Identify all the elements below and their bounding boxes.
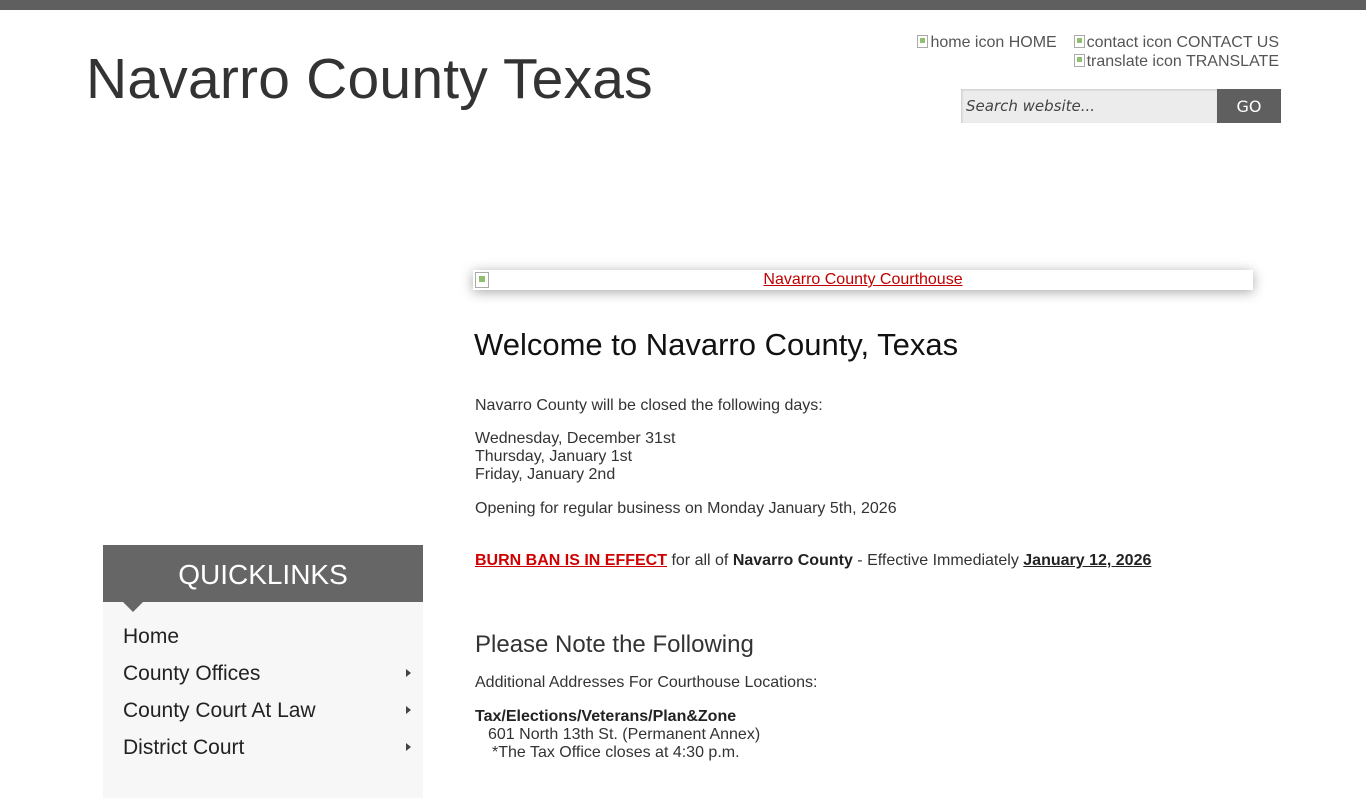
location-note: *The Tax Office closes at 4:30 p.m. [492, 744, 740, 761]
quicklinks-list: Home County Offices County Court At Law … [103, 602, 423, 798]
reopening-notice: Opening for regular business on Monday J… [475, 500, 897, 517]
closed-day: Friday, January 2nd [475, 466, 616, 483]
contact-link[interactable]: contact icon CONTACT US [1069, 34, 1279, 51]
quicklink-label: County Court At Law [123, 699, 316, 722]
quicklink-label: Home [123, 625, 180, 648]
submenu-arrow-icon [406, 669, 411, 677]
quicklinks-panel: QUICKLINKS Home County Offices County Co… [103, 545, 423, 798]
burn-ban-date: January 12, 2026 [1023, 552, 1152, 569]
courthouse-image-icon [475, 272, 489, 288]
quicklinks-title: QUICKLINKS [103, 545, 423, 612]
note-heading: Please Note the Following [475, 631, 754, 658]
burn-ban-link[interactable]: BURN BAN IS IN EFFECT [475, 552, 667, 569]
top-bar [0, 0, 1366, 10]
location-address: 601 North 13th St. (Permanent Annex) [488, 726, 761, 743]
courthouse-banner: Navarro County Courthouse [473, 270, 1253, 290]
quicklink-county-offices[interactable]: County Offices [103, 655, 423, 692]
quicklink-label: County Offices [123, 662, 261, 685]
addresses-intro: Additional Addresses For Courthouse Loca… [475, 674, 818, 691]
home-link[interactable]: home icon HOME [917, 34, 1061, 51]
contact-link-label: CONTACT US [1176, 34, 1279, 51]
closed-day: Thursday, January 1st [475, 448, 633, 465]
utility-links: home icon HOME contact icon CONTACT US t… [917, 33, 1279, 71]
search-form: GO [961, 89, 1281, 123]
home-icon [917, 35, 929, 48]
burn-ban-text: - Effective Immediately [852, 552, 1024, 569]
home-icon-alt: home icon [930, 34, 1005, 51]
site-title[interactable]: Navarro County Texas [86, 46, 653, 112]
closed-intro: Navarro County will be closed the follow… [475, 397, 823, 414]
quicklink-county-court-at-law[interactable]: County Court At Law [103, 692, 423, 729]
location-title: Tax/Elections/Veterans/Plan&Zone [475, 708, 737, 725]
translate-icon-alt: translate icon [1086, 53, 1182, 70]
burn-ban-notice: BURN BAN IS IN EFFECT for all of Navarro… [475, 552, 1151, 570]
search-go-button[interactable]: GO [1217, 89, 1281, 123]
quicklink-district-court[interactable]: District Court [103, 729, 423, 766]
submenu-arrow-icon [406, 743, 411, 751]
home-link-label: HOME [1008, 34, 1057, 51]
contact-icon-alt: contact icon [1086, 34, 1173, 51]
contact-icon [1073, 35, 1085, 48]
quicklink-home[interactable]: Home [103, 618, 423, 655]
translate-icon [1073, 54, 1085, 67]
closed-day: Wednesday, December 31st [475, 430, 676, 447]
burn-ban-county: Navarro County [732, 552, 853, 569]
burn-ban-text: for all of [667, 552, 733, 569]
translate-link[interactable]: translate icon TRANSLATE [1073, 53, 1279, 70]
welcome-heading: Welcome to Navarro County, Texas [474, 327, 959, 362]
search-input[interactable] [961, 89, 1217, 123]
translate-link-label: TRANSLATE [1185, 53, 1279, 70]
quicklink-label: District Court [123, 736, 245, 759]
submenu-arrow-icon [406, 706, 411, 714]
courthouse-banner-link[interactable]: Navarro County Courthouse [763, 271, 962, 288]
